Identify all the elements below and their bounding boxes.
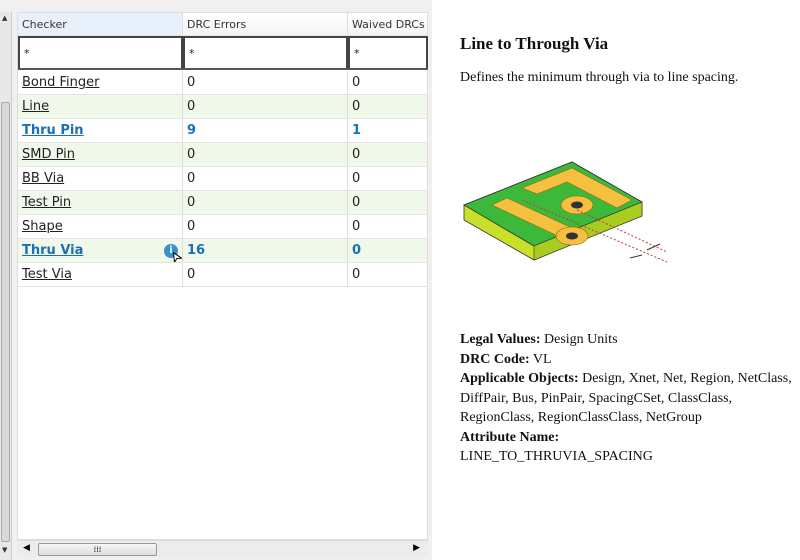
properties: Legal Values: Design Units DRC Code: VL … (460, 330, 795, 467)
scroll-left-icon[interactable]: ◀ (23, 543, 30, 553)
waived-value: 0 (352, 219, 361, 234)
drc-errors-cell: 0 (183, 95, 348, 118)
waived-cell: 0 (348, 239, 428, 262)
header-row: Checker DRC Errors Waived DRCs (18, 13, 428, 36)
waived-value: 0 (352, 147, 361, 162)
drc-errors-value: 0 (187, 99, 196, 114)
applicable-objects-label: Applicable Objects: (460, 371, 579, 386)
drc-errors-value: 0 (187, 147, 196, 162)
drc-code: VL (532, 351, 552, 367)
detail-title: Line to Through Via (460, 34, 609, 53)
table-row[interactable]: Thru Pin 9 1 (18, 119, 428, 143)
checker-cell: BB Via (18, 167, 183, 190)
scroll-thumb[interactable] (1, 102, 10, 542)
checker-link[interactable]: Thru Via (22, 243, 83, 258)
waived-value: 0 (352, 267, 361, 282)
checker-cell: Shape (18, 215, 183, 238)
drc-code-label: DRC Code: (460, 351, 530, 367)
drc-errors-value: 9 (187, 123, 197, 138)
drc-errors-cell: 0 (183, 263, 348, 286)
checker-cell: SMD Pin (18, 143, 183, 166)
table-row[interactable]: Test Pin 0 0 (18, 191, 428, 215)
table-row[interactable]: BB Via 0 0 (18, 167, 428, 191)
waived-cell: 0 (348, 95, 428, 118)
drc-errors-value: 0 (187, 219, 196, 234)
checker-cell: Thru Via i ➤ (18, 239, 183, 262)
detail-panel: Line to Through Via Defines the minimum … (432, 0, 800, 560)
scroll-up-icon[interactable]: ▲ (2, 14, 7, 22)
checker-link[interactable]: BB Via (22, 171, 64, 186)
checker-link[interactable]: Bond Finger (22, 75, 99, 90)
waived-cell: 0 (348, 215, 428, 238)
drc-errors-cell: 0 (183, 215, 348, 238)
waived-value: 0 (352, 243, 362, 258)
drc-grid: Checker DRC Errors Waived DRCs * * * Bon… (17, 12, 428, 540)
detail-description: Defines the minimum through via to line … (460, 70, 739, 85)
table-row[interactable]: SMD Pin 0 0 (18, 143, 428, 167)
waived-value: 0 (352, 171, 361, 186)
column-header-drc-errors[interactable]: DRC Errors (183, 13, 348, 35)
filter-row: * * * (18, 36, 428, 70)
waived-value: 0 (352, 75, 361, 90)
table-row[interactable]: Test Via 0 0 (18, 263, 428, 287)
checker-link[interactable]: SMD Pin (22, 147, 75, 162)
drc-errors-value: 0 (187, 75, 196, 90)
column-header-waived-drcs[interactable]: Waived DRCs (348, 13, 428, 35)
waived-value: 1 (352, 123, 362, 138)
attribute-name: LINE_TO_THRUVIA_SPACING (460, 449, 653, 464)
checker-cell: Test Pin (18, 191, 183, 214)
table-row[interactable]: Line 0 0 (18, 95, 428, 119)
drc-errors-value: 0 (187, 195, 196, 210)
waived-value: 0 (352, 99, 361, 114)
checker-cell: Bond Finger (18, 71, 183, 94)
checker-link[interactable]: Shape (22, 219, 63, 234)
table-row[interactable]: Shape 0 0 (18, 215, 428, 239)
checker-link[interactable]: Thru Pin (22, 123, 84, 138)
waived-cell: 1 (348, 119, 428, 142)
waived-cell: 0 (348, 71, 428, 94)
filter-waived-input[interactable]: * (348, 36, 428, 68)
drc-errors-value: 0 (187, 171, 196, 186)
waived-cell: 0 (348, 263, 428, 286)
legal-values: Design Units (544, 332, 618, 347)
drc-errors-cell: 9 (183, 119, 348, 142)
vertical-scrollbar[interactable]: ▲ ▼ (0, 12, 12, 560)
drc-errors-value: 0 (187, 267, 196, 282)
top-bar (0, 0, 432, 12)
table-row[interactable]: Bond Finger 0 0 (18, 71, 428, 95)
drc-errors-cell: 0 (183, 167, 348, 190)
waived-cell: 0 (348, 167, 428, 190)
filter-errors-input[interactable]: * (183, 36, 348, 68)
column-header-checker[interactable]: Checker (18, 13, 183, 35)
drc-errors-cell: 16 (183, 239, 348, 262)
drc-errors-cell: 0 (183, 143, 348, 166)
via-spacing-illustration (463, 161, 668, 263)
filter-checker-input[interactable]: * (18, 36, 183, 68)
waived-cell: 0 (348, 191, 428, 214)
checker-cell: Test Via (18, 263, 183, 286)
checker-cell: Thru Pin (18, 119, 183, 142)
drc-errors-value: 16 (187, 243, 206, 258)
checker-cell: Line (18, 95, 183, 118)
scroll-right-icon[interactable]: ▶ (413, 543, 420, 553)
legal-values-label: Legal Values: (460, 332, 541, 347)
horizontal-scrollbar[interactable]: ◀ ⁞⁞⁞ ▶ (17, 540, 428, 557)
waived-cell: 0 (348, 143, 428, 166)
waived-value: 0 (352, 195, 361, 210)
checker-link[interactable]: Line (22, 99, 49, 114)
scroll-thumb[interactable]: ⁞⁞⁞ (38, 543, 157, 556)
drc-errors-cell: 0 (183, 71, 348, 94)
scroll-down-icon[interactable]: ▼ (2, 546, 7, 554)
table-row[interactable]: Thru Via i ➤ 16 0 (18, 239, 428, 263)
checker-link[interactable]: Test Via (22, 267, 72, 282)
drc-errors-cell: 0 (183, 191, 348, 214)
checker-link[interactable]: Test Pin (22, 195, 71, 210)
attribute-name-label: Attribute Name: (460, 429, 560, 445)
